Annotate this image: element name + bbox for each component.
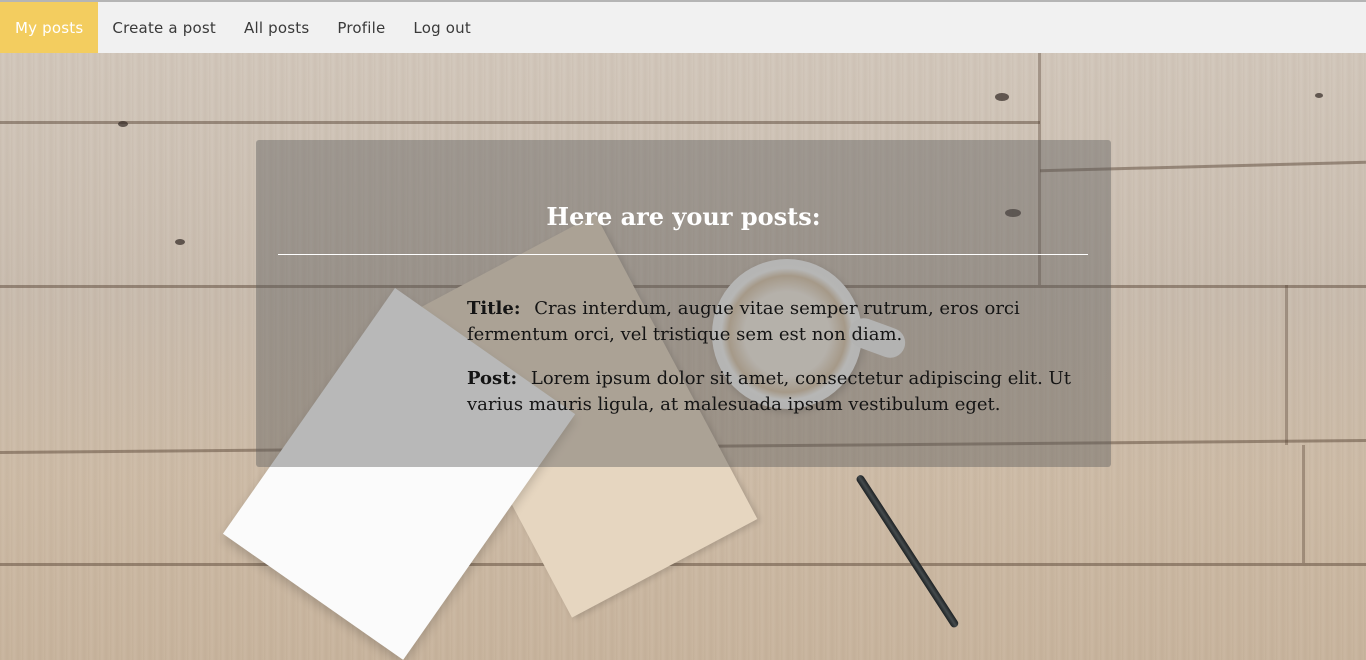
- post-body-text: Lorem ipsum dolor sit amet, consectetur …: [467, 368, 1071, 415]
- plank-seam: [1302, 445, 1305, 563]
- wood-knot: [995, 93, 1009, 101]
- plank-seam: [1285, 285, 1288, 445]
- nav-my-posts[interactable]: My posts: [0, 2, 99, 53]
- post-item: Title: Cras interdum, augue vitae semper…: [467, 296, 1077, 436]
- plank-seam: [0, 563, 1366, 566]
- nav-create-post[interactable]: Create a post: [98, 2, 230, 53]
- post-title-row: Title: Cras interdum, augue vitae semper…: [467, 296, 1077, 348]
- posts-panel: Here are your posts: Title: Cras interdu…: [256, 140, 1111, 467]
- post-body-row: Post: Lorem ipsum dolor sit amet, consec…: [467, 366, 1077, 418]
- title-divider: [278, 254, 1088, 255]
- nav-profile[interactable]: Profile: [323, 2, 399, 53]
- plank-seam: [0, 121, 1040, 124]
- nav-all-posts[interactable]: All posts: [230, 2, 323, 53]
- wood-knot: [175, 239, 185, 245]
- top-navbar: My posts Create a post All posts Profile…: [0, 2, 1366, 53]
- post-title-text: Cras interdum, augue vitae semper rutrum…: [467, 298, 1020, 345]
- wood-knot: [1315, 93, 1323, 98]
- page-title: Here are your posts:: [546, 202, 821, 231]
- post-title-label: Title:: [467, 298, 521, 319]
- nav-log-out[interactable]: Log out: [399, 2, 485, 53]
- post-body-label: Post:: [467, 368, 518, 389]
- wood-knot: [118, 121, 128, 127]
